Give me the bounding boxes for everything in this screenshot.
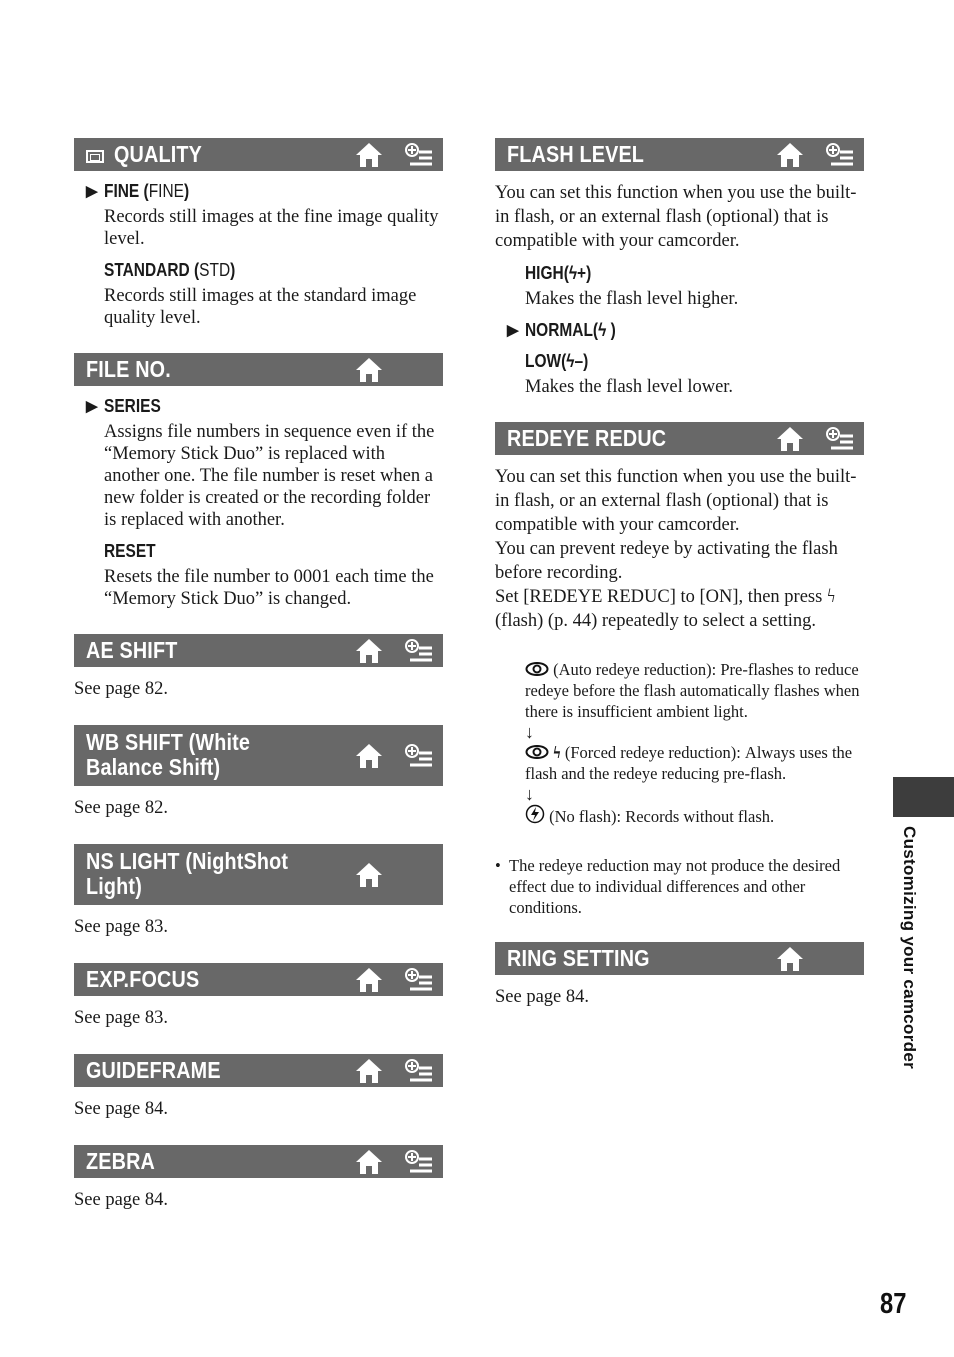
home-icon	[777, 946, 803, 971]
home-icon	[356, 357, 382, 382]
option-description: Records still images at the standard ima…	[104, 286, 417, 328]
section-header-ns-light: NS LIGHT (NightShot Light)	[74, 844, 443, 905]
header-icons	[355, 142, 433, 168]
section-title: FILE NO.	[86, 356, 171, 382]
section-title: GUIDEFRAME	[86, 1057, 221, 1083]
header-icons	[355, 967, 433, 993]
see-page-text: See page 82.	[74, 679, 169, 699]
default-marker-icon: ▶	[86, 398, 98, 415]
section-header-file-no: FILE NO.	[74, 353, 443, 386]
page-number: 87	[880, 1288, 907, 1320]
arrow-down-icon: ↓	[525, 722, 534, 742]
default-marker-icon: ▶	[86, 183, 98, 200]
option-standard: STANDARD (STD)	[104, 260, 236, 280]
home-icon	[356, 743, 382, 768]
mode-auto: (Auto redeye reduction): Pre-flashes to …	[525, 660, 860, 721]
section-title: AE SHIFT	[86, 637, 178, 663]
right-column: FLASH LEVEL You can set this function wh…	[495, 138, 864, 1009]
header-icons	[355, 1149, 433, 1175]
section-header-zebra: ZEBRA	[74, 1145, 443, 1178]
flash-icon: ϟ	[553, 743, 561, 762]
default-marker-icon: ▶	[507, 322, 519, 339]
personal-menu-icon	[405, 638, 432, 661]
option-low: LOW(ϟ–)	[525, 351, 589, 371]
mode-forced: ϟ (Forced redeye reduction): Always uses…	[525, 743, 853, 783]
option-reset: RESET	[104, 541, 156, 561]
section-title: ZEBRA	[86, 1148, 156, 1174]
see-page-text: See page 83.	[74, 917, 169, 937]
option-description: Assigns file numbers in sequence even if…	[104, 422, 435, 530]
option-description: Records still images at the fine image q…	[104, 207, 439, 249]
home-icon	[777, 426, 803, 451]
header-icons	[776, 426, 854, 452]
header-icons	[355, 862, 383, 888]
section-title: EXP.FOCUS	[86, 966, 200, 992]
redeye-modes: (Auto redeye reduction): Pre-flashes to …	[495, 659, 864, 827]
home-icon	[356, 862, 382, 887]
section-header-guideframe: GUIDEFRAME	[74, 1054, 443, 1087]
section-header-ring-setting: RING SETTING	[495, 942, 864, 975]
redeye-icon	[525, 745, 549, 759]
quality-mode-icon	[86, 150, 104, 163]
personal-menu-icon	[826, 426, 853, 449]
option-description: Makes the flash level higher.	[525, 289, 739, 309]
section-title: REDEYE REDUC	[507, 425, 667, 451]
section-header-exp-focus: EXP.FOCUS	[74, 963, 443, 996]
home-icon	[356, 967, 382, 992]
no-flash-icon	[525, 804, 545, 824]
home-icon	[777, 142, 803, 167]
option-normal: ▶ NORMAL(ϟ )	[507, 320, 616, 340]
section-header-ae-shift: AE SHIFT	[74, 634, 443, 667]
option-fine: ▶ FINE (FINE)	[86, 181, 190, 201]
personal-menu-icon	[405, 1149, 432, 1172]
home-icon	[356, 1058, 382, 1083]
home-icon	[356, 1149, 382, 1174]
section-title: NS LIGHT (NightShot Light)	[86, 848, 289, 899]
home-icon	[356, 142, 382, 167]
mode-no-flash: (No flash): Records without flash.	[495, 804, 864, 827]
chapter-label: Customizing your camcorder	[900, 826, 919, 1070]
arrow-down-icon: ↓	[525, 784, 534, 804]
redeye-icon	[525, 662, 549, 676]
header-icons	[776, 946, 804, 972]
option-description: Makes the flash level lower.	[525, 377, 734, 397]
option-high: HIGH(ϟ+)	[525, 263, 592, 283]
section-header-quality: QUALITY	[74, 138, 443, 171]
section-header-wb-shift: WB SHIFT (White Balance Shift)	[74, 725, 443, 786]
flash-icon: ϟ	[826, 587, 836, 607]
section-header-flash-level: FLASH LEVEL	[495, 138, 864, 171]
header-icons	[776, 142, 854, 168]
header-icons	[355, 357, 383, 383]
personal-menu-icon	[405, 743, 432, 766]
section-intro: You can set this function when you use t…	[495, 467, 857, 631]
section-title: RING SETTING	[507, 945, 650, 971]
section-title: QUALITY	[114, 141, 203, 167]
option-description: Resets the file number to 0001 each time…	[104, 567, 434, 609]
option-series: ▶ SERIES	[86, 396, 161, 416]
see-page-text: See page 84.	[74, 1099, 169, 1119]
bullet-icon: •	[495, 856, 501, 875]
chapter-tab	[893, 777, 954, 817]
header-icons	[355, 743, 433, 769]
left-column: QUALITY ▶ FINE (FINE) Records still imag…	[74, 138, 443, 1212]
home-icon	[356, 638, 382, 663]
see-page-text: See page 83.	[74, 1008, 169, 1028]
personal-menu-icon	[826, 142, 853, 165]
header-icons	[355, 1058, 433, 1084]
personal-menu-icon	[405, 1058, 432, 1081]
personal-menu-icon	[405, 967, 432, 990]
section-header-redeye-reduc: REDEYE REDUC	[495, 422, 864, 455]
section-title: FLASH LEVEL	[507, 141, 645, 167]
personal-menu-icon	[405, 142, 432, 165]
section-intro: You can set this function when you use t…	[495, 183, 857, 251]
see-page-text: See page 84.	[74, 1190, 169, 1210]
note-item: • The redeye reduction may not produce t…	[495, 856, 841, 917]
see-page-text: See page 84.	[495, 987, 590, 1007]
header-icons	[355, 638, 433, 664]
section-title: WB SHIFT (White Balance Shift)	[86, 729, 251, 780]
see-page-text: See page 82.	[74, 798, 169, 818]
